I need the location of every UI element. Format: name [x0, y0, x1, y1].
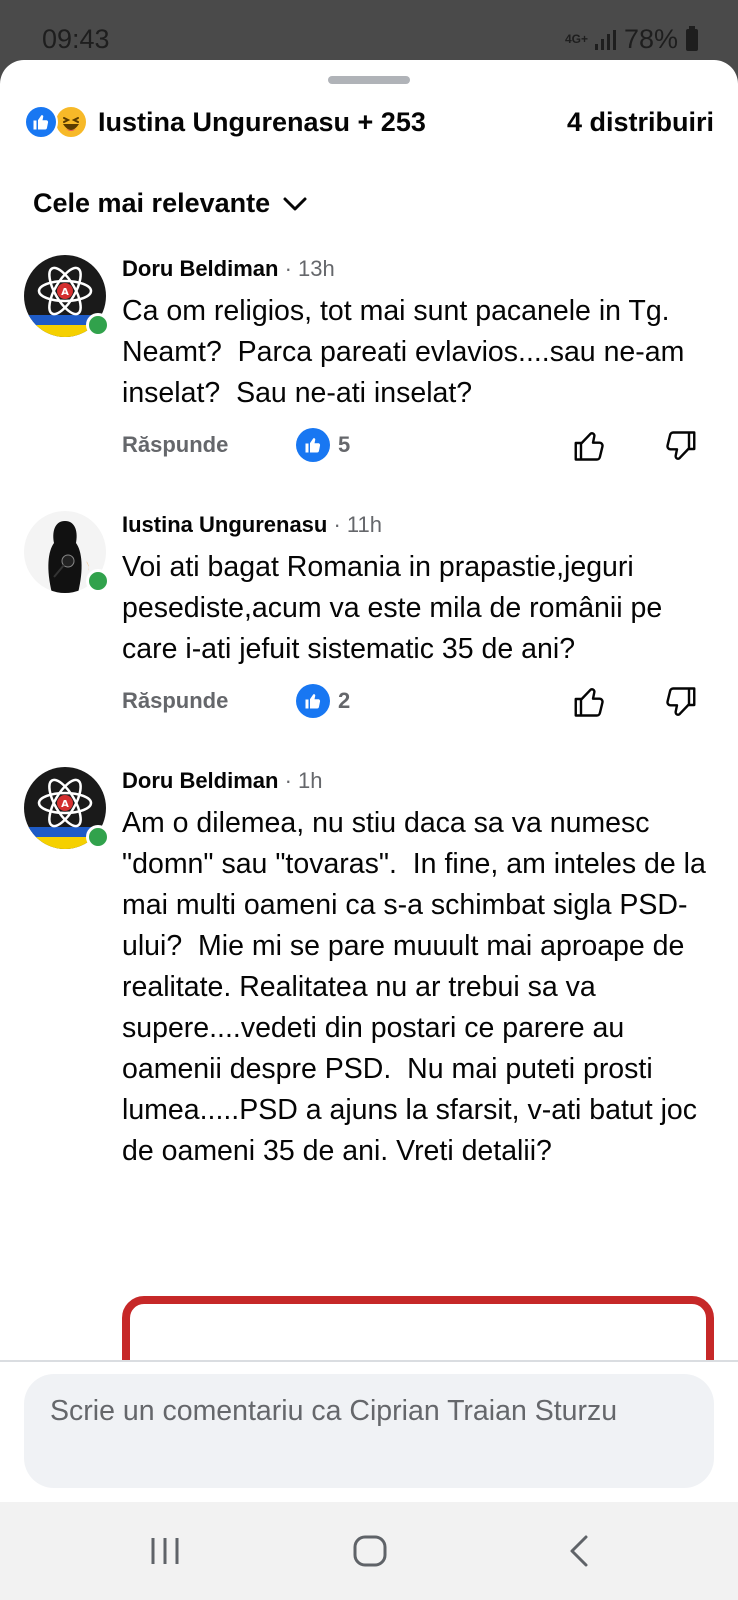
like-count-value: 2	[338, 688, 351, 713]
comment-avatar[interactable]	[24, 511, 110, 593]
like-icon	[296, 684, 330, 718]
comments-sheet: Iustina Ungurenasu + 253 4 distribuiri C…	[0, 60, 738, 1502]
network-type: 4G+	[564, 32, 588, 46]
drag-handle[interactable]	[328, 76, 410, 84]
recent-apps-button[interactable]	[148, 1532, 182, 1570]
reactions-summary[interactable]: Iustina Ungurenasu + 253 4 distribuiri	[24, 102, 714, 142]
comment-time: · 13h	[284, 256, 335, 281]
thumbs-down-icon[interactable]	[662, 684, 698, 725]
shares-count[interactable]: 4 distribuiri	[567, 107, 714, 138]
comment-header: Doru Beldiman · 13h	[122, 255, 712, 283]
comment-author[interactable]: Doru Beldiman	[122, 256, 278, 281]
comment-text: Ca om religios, tot mai sunt pacanele in…	[122, 295, 693, 409]
haha-icon	[54, 105, 88, 139]
status-bar: 09:43 4G+ 78%	[0, 0, 738, 62]
system-nav-bar	[0, 1502, 738, 1600]
comment-text: Am o dilemea, nu stiu daca sa va numesc …	[122, 807, 714, 1167]
reply-button[interactable]: Răspunde	[122, 688, 228, 714]
recent-apps-icon	[151, 1538, 179, 1564]
comment-avatar[interactable]: A	[24, 255, 110, 337]
composer-area: Scrie un comentariu ca Ciprian Traian St…	[0, 1362, 738, 1502]
comment-like-count[interactable]: 5	[296, 428, 350, 462]
reaction-icons	[24, 105, 88, 139]
comment-avatar[interactable]: A	[24, 767, 110, 849]
sort-label: Cele mai relevante	[33, 188, 271, 218]
battery-percent: 78%	[623, 24, 678, 54]
thumbs-down-icon[interactable]	[662, 428, 698, 469]
online-status-dot	[86, 569, 110, 593]
online-status-dot	[86, 313, 110, 337]
status-indicators: 4G+ 78%	[565, 24, 698, 55]
comment-author[interactable]: Iustina Ungurenasu	[122, 512, 327, 537]
like-icon	[296, 428, 330, 462]
comment-header: Iustina Ungurenasu · 11h	[122, 511, 712, 539]
reactors-summary[interactable]: Iustina Ungurenasu + 253	[98, 107, 426, 138]
thumbs-up-icon[interactable]	[572, 428, 608, 469]
svg-text:A: A	[61, 287, 69, 298]
reply-button[interactable]: Răspunde	[122, 432, 228, 458]
comment-text: Voi ati bagat Romania in prapastie,jegur…	[122, 551, 671, 665]
back-icon	[570, 1535, 588, 1567]
thumbs-up-icon[interactable]	[572, 684, 608, 725]
comment-input[interactable]: Scrie un comentariu ca Ciprian Traian St…	[24, 1374, 714, 1488]
like-count-value: 5	[338, 432, 351, 457]
battery-icon	[686, 25, 698, 51]
like-icon	[24, 105, 58, 139]
comment-actions: Răspunde 5	[122, 428, 712, 468]
comment-like-count[interactable]: 2	[296, 684, 350, 718]
back-button[interactable]	[566, 1532, 594, 1570]
chevron-down-icon	[283, 197, 307, 210]
comment-body: Iustina Ungurenasu · 11h Voi ati bagat R…	[122, 511, 712, 724]
comment-author[interactable]: Doru Beldiman	[122, 768, 278, 793]
status-time: 09:43	[42, 24, 110, 54]
comment-actions: Răspunde 2	[122, 684, 712, 724]
svg-text:A: A	[61, 799, 69, 810]
signal-icon	[594, 29, 616, 50]
online-status-dot	[86, 825, 110, 849]
comment-body: Doru Beldiman · 13h Ca om religios, tot …	[122, 255, 712, 468]
comment-header: Doru Beldiman · 1h	[122, 767, 712, 795]
comment-body: Doru Beldiman · 1h Am o dilemea, nu stiu…	[122, 767, 712, 1172]
comment-time: · 1h	[284, 768, 323, 793]
home-icon	[353, 1535, 387, 1567]
comment-time: · 11h	[333, 512, 382, 537]
home-button[interactable]	[352, 1532, 388, 1570]
sort-dropdown[interactable]: Cele mai relevante	[33, 188, 308, 219]
